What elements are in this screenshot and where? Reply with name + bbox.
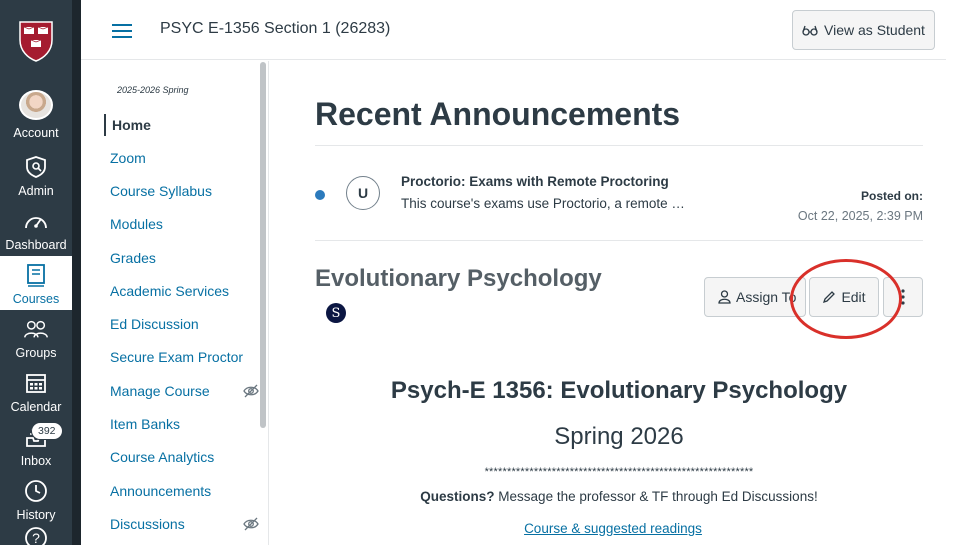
course-header: PSYC E-1356 Section 1 (26283) View as St… [81,0,946,60]
nav-admin-label: Admin [18,184,54,198]
nav-calendar[interactable]: Calendar [0,364,72,418]
hidden-eye-icon [243,517,259,531]
announcement-author-avatar[interactable]: U [346,176,380,210]
nav-dashboard[interactable]: Dashboard [0,202,72,256]
harvard-shield-logo[interactable] [18,20,54,62]
course-nav-grades[interactable]: Grades [110,247,260,269]
highlight-circle-annotation [790,259,902,339]
hamburger-menu-icon[interactable] [112,24,132,38]
questions-bold: Questions? [420,489,495,504]
content-subheading: Spring 2026 [554,423,684,450]
nav-groups-label: Groups [15,346,57,360]
dashboard-gauge-icon [23,208,49,234]
course-nav-discussions-label: Discussions [110,516,185,532]
course-nav-zoom[interactable]: Zoom [110,147,260,169]
content-heading: Psych-E 1356: Evolutionary Psychology [390,377,848,404]
nav-courses[interactable]: Courses [0,256,72,310]
nav-account-label: Account [13,126,59,140]
posted-on-label: Posted on: [861,189,923,203]
term-label: 2025-2026 Spring [117,85,189,95]
nav-inbox-label: Inbox [20,454,52,468]
course-nav-manage-course[interactable]: Manage Course [110,380,260,402]
course-nav-secure-exam-proctor[interactable]: Secure Exam Proctor [110,346,260,368]
course-nav-ed-discussion[interactable]: Ed Discussion [110,313,260,335]
course-nav-academic-services[interactable]: Academic Services [110,280,260,302]
global-navigation: Account Admin Dashboard Courses Groups C… [0,0,81,545]
view-as-student-button[interactable]: View as Student [792,10,935,50]
course-nav-scrollbar[interactable] [260,62,266,428]
view-as-student-label: View as Student [824,22,925,38]
course-nav-course-analytics[interactable]: Course Analytics [110,446,260,468]
course-nav-modules[interactable]: Modules [110,213,260,235]
course-nav-announcements[interactable]: Announcements [110,480,260,502]
asterisk-divider: ****************************************… [484,466,754,478]
nav-dashboard-label: Dashboard [5,238,67,252]
global-nav-scrollbar[interactable] [72,0,81,545]
assign-to-label: Assign To [736,289,797,305]
help-icon: ? [23,526,49,545]
unread-indicator [315,190,325,200]
nav-help[interactable]: ? [0,526,72,545]
user-icon [718,290,731,304]
questions-text: Message the professor & TF through Ed Di… [494,489,818,504]
divider [315,145,923,146]
course-nav-syllabus[interactable]: Course Syllabus [110,180,260,202]
svg-text:?: ? [32,530,40,545]
nav-inbox[interactable]: 392 Inbox [0,418,72,472]
nav-calendar-label: Calendar [10,400,62,414]
user-avatar [19,90,53,120]
nav-account[interactable]: Account [0,90,72,144]
course-title[interactable]: PSYC E-1356 Section 1 (26283) [160,20,390,38]
course-nav-home[interactable]: Home [104,114,254,136]
glasses-icon [802,25,818,36]
calendar-icon [23,370,49,396]
main-content: Recent Announcements U Proctorio: Exams … [269,61,960,545]
hidden-eye-icon [243,384,259,398]
course-nav-discussions[interactable]: Discussions [110,513,260,535]
course-readings-link[interactable]: Course & suggested readings [269,521,957,536]
posted-date: Oct 22, 2025, 2:39 PM [797,209,923,223]
announcement-snippet: This course's exams use Proctorio, a rem… [401,196,685,211]
nav-courses-label: Courses [12,292,60,306]
course-nav-item-banks[interactable]: Item Banks [110,413,260,435]
s-badge-icon[interactable]: S [326,303,346,323]
nav-history[interactable]: History [0,472,72,526]
announcement-title-link[interactable]: Proctorio: Exams with Remote Proctoring [401,174,669,189]
course-navigation: 2025-2026 Spring Home Zoom Course Syllab… [104,61,268,545]
course-nav-manage-course-label: Manage Course [110,383,210,399]
history-clock-icon [23,478,49,504]
groups-icon [23,316,49,342]
inbox-unread-badge: 392 [31,422,63,440]
recent-announcements-heading: Recent Announcements [315,96,681,132]
page-title: Evolutionary Psychology [315,265,602,292]
courses-book-icon [23,262,49,288]
divider [315,240,923,241]
nav-groups[interactable]: Groups [0,310,72,364]
nav-history-label: History [16,508,56,522]
nav-admin[interactable]: Admin [0,148,72,202]
questions-line: Questions? Message the professor & TF th… [269,489,960,504]
admin-shield-icon [23,154,49,180]
